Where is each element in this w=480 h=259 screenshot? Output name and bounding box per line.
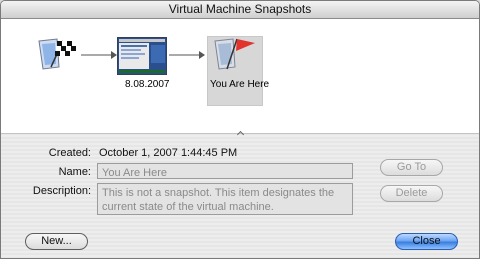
go-to-button[interactable]: Go To [380, 159, 443, 176]
start-flag-icon [38, 38, 77, 70]
delete-button[interactable]: Delete [380, 185, 443, 202]
snapshot-label: You Are Here [210, 79, 270, 90]
you-are-here-flag-icon [214, 38, 255, 70]
snapshot-you-are-here[interactable] [213, 37, 257, 73]
vm-screen-thumbnail [116, 36, 168, 76]
connector-arrow [81, 51, 117, 59]
created-label: Created: [48, 147, 91, 159]
snapshot-label: 8.08.2007 [125, 79, 170, 90]
close-button[interactable]: Close [395, 233, 458, 250]
name-label: Name: [58, 166, 91, 178]
name-field[interactable]: You Are Here [97, 163, 353, 179]
snapshot-8-08-2007[interactable] [116, 36, 168, 76]
description-field[interactable]: This is not a snapshot. This item design… [97, 183, 353, 215]
created-value: October 1, 2007 1:44:45 PM [99, 147, 238, 159]
description-label: Description: [32, 185, 91, 197]
new-snapshot-button[interactable]: New... [25, 233, 88, 250]
window-title: Virtual Machine Snapshots [1, 1, 479, 19]
snapshots-window: Virtual Machine Snapshots 8.08.2007 You … [0, 0, 480, 259]
snapshot-tree: 8.08.2007 You Are Here [1, 19, 479, 134]
snapshot-root[interactable] [37, 37, 81, 73]
connector-arrow [169, 51, 205, 59]
